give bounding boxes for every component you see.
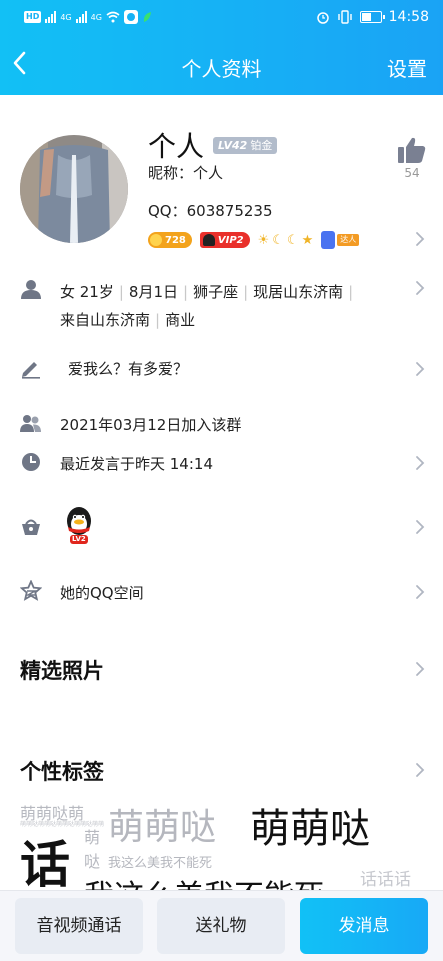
avatar-photo: [20, 135, 128, 243]
signal-label: 4G: [60, 12, 72, 22]
group-icon: [20, 412, 42, 434]
profile-name: 个人: [148, 130, 205, 163]
current-city: 现居山东济南: [253, 283, 344, 301]
hometown: 来自山东济南: [60, 311, 151, 329]
expert-label: 达人: [337, 234, 360, 246]
tag-item: 话话话: [360, 870, 411, 890]
last-spoke-text: 最近发言于昨天 14:14: [60, 455, 213, 473]
pencil-icon: [20, 357, 42, 379]
penguin-icon: [202, 234, 215, 246]
chevron-right-icon: [415, 762, 425, 778]
chevron-right-icon: [415, 455, 425, 471]
level-icons: ☀ ☾ ☾ ★: [258, 233, 314, 248]
penguin-pet-icon[interactable]: LV2: [64, 505, 94, 545]
coin-medal: 728: [148, 232, 192, 248]
alarm-icon: [316, 12, 329, 24]
signature-text: 爱我么？有多爱？: [68, 360, 189, 378]
occupation: 商业: [165, 311, 196, 329]
vip-label: VIP2: [217, 234, 244, 246]
app-notification-icon: [123, 10, 138, 24]
settings-button[interactable]: 设置: [387, 53, 427, 82]
medal-row[interactable]: 728 VIP2 ☀ ☾ ☾ ★ 达人: [148, 230, 360, 250]
sun-icon: ☀: [257, 232, 270, 248]
status-bar: HD 4G 4G 14:58: [0, 0, 443, 34]
last-spoke-row[interactable]: 最近发言于昨天 14:14: [0, 451, 443, 475]
level-name: 铂金: [250, 139, 273, 152]
page-title: 个人资料: [181, 57, 262, 81]
tag-item: 我这么美我不能死: [84, 871, 324, 890]
chevron-right-icon: [415, 361, 425, 377]
expert-medal: 达人: [321, 231, 360, 249]
star-icon: ★: [301, 232, 314, 248]
level-prefix: LV42: [218, 139, 248, 152]
moon-icon: ☾: [272, 232, 284, 248]
star-outline-icon: [20, 580, 42, 602]
tags-title: 个性标签: [20, 760, 104, 784]
wifi-icon: [106, 11, 120, 23]
signal-icon: [45, 11, 57, 23]
chevron-right-icon: [415, 519, 425, 535]
join-date-row: 2021年03月12日加入该群: [0, 412, 443, 436]
phone-icon: [321, 231, 336, 249]
photos-title: 精选照片: [20, 659, 104, 683]
signal-icon: [75, 11, 87, 23]
qzone-row[interactable]: 她的QQ空间: [0, 580, 443, 604]
join-date-text: 2021年03月12日加入该群: [60, 416, 242, 434]
info-row[interactable]: 女 21岁 | 8月1日 | 狮子座 | 现居山东济南 | 来自山东济南 | 商业: [0, 278, 443, 329]
tag-cloud[interactable]: 萌萌哒萌 萌萌哒萌萌哒萌萌哒萌萌哒萌萌 萌萌哒 萌萌哒 萌 话 哒 我这么美我不…: [0, 795, 443, 890]
qq-number: QQ：603875235: [148, 202, 273, 220]
vip-medal: VIP2: [199, 232, 250, 248]
moon-icon: ☾: [286, 232, 299, 248]
tag-item: 萌: [84, 828, 101, 847]
status-right: 14:58: [316, 7, 429, 27]
send-gift-button[interactable]: 送礼物: [157, 898, 285, 954]
header: HD 4G 4G 14:58 个人资料 设置: [0, 0, 443, 95]
coin-icon: [150, 234, 162, 246]
status-time: 14:58: [388, 9, 429, 25]
tag-item: 话: [20, 836, 70, 890]
medals-chevron-icon[interactable]: [415, 231, 425, 247]
gender-age: 女 21岁: [60, 283, 114, 301]
vibrate-icon: [337, 10, 352, 24]
signature-row[interactable]: 爱我么？有多爱？: [0, 357, 443, 381]
pet-level-label: LV2: [72, 535, 86, 543]
person-icon: [20, 278, 42, 300]
av-call-button[interactable]: 音视频通话: [15, 898, 143, 954]
pet-row[interactable]: LV2: [0, 505, 443, 549]
bottom-action-bar: 音视频通话 送礼物 发消息: [0, 890, 443, 961]
tags-section[interactable]: 个性标签: [0, 756, 443, 786]
signal-label: 4G: [90, 12, 102, 22]
zodiac: 狮子座: [193, 283, 239, 301]
qzone-text: 她的QQ空间: [60, 584, 144, 602]
tag-item: 我这么美我不能死: [108, 856, 213, 871]
chevron-right-icon: [415, 661, 425, 677]
send-message-button[interactable]: 发消息: [300, 898, 428, 954]
birthday: 8月1日: [128, 283, 179, 301]
tag-item: 萌萌哒: [250, 806, 370, 852]
like-count: 54: [404, 166, 420, 180]
tag-item: 萌萌哒: [108, 807, 217, 848]
leaf-icon: [143, 12, 151, 22]
hd-badge: HD: [24, 11, 42, 23]
like-button[interactable]: [397, 136, 427, 164]
level-badge[interactable]: LV42 铂金: [213, 137, 278, 154]
battery-icon: [359, 11, 385, 23]
status-left: HD 4G 4G: [24, 9, 152, 25]
coin-value: 728: [165, 234, 186, 246]
photos-section[interactable]: 精选照片: [0, 655, 443, 685]
clock-icon: [20, 451, 42, 473]
avatar[interactable]: [20, 135, 128, 243]
tag-item: 哒: [84, 852, 101, 871]
thumbs-up-icon: [398, 137, 426, 163]
nickname: 昵称：个人: [148, 164, 224, 182]
chevron-right-icon: [415, 584, 425, 600]
chevron-right-icon: [415, 280, 425, 296]
basket-icon: [20, 516, 42, 538]
